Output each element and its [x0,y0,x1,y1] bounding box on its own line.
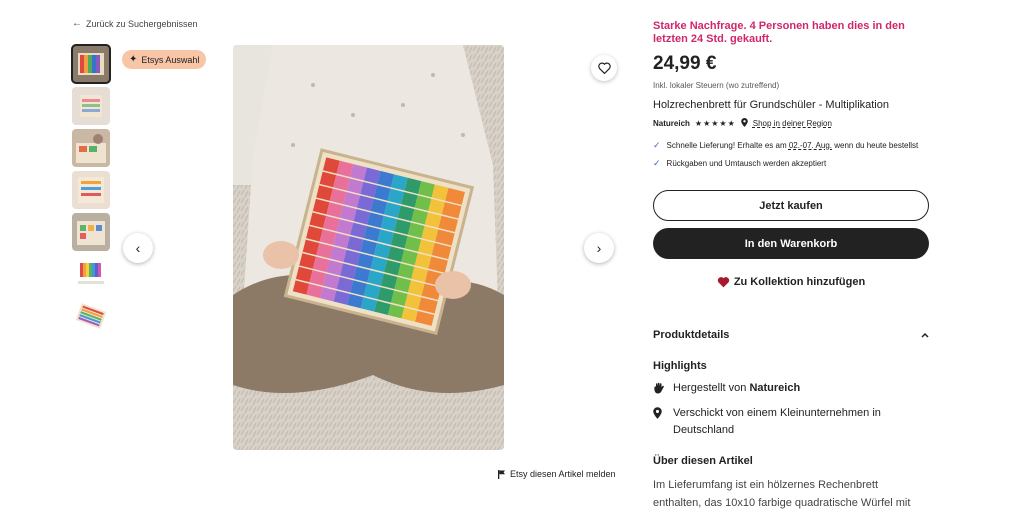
favorite-button[interactable] [591,55,617,81]
add-to-collection-button[interactable]: Zu Kollektion hinzufügen [653,272,929,292]
thumbnail-7-image [72,297,110,335]
location-pin-icon [653,405,665,439]
thumbnail-6-image [72,255,110,293]
check-icon: ✓ [653,140,661,150]
buy-now-button[interactable]: Jetzt kaufen [653,190,929,221]
shipped-by-text: Verschickt von einem Kleinunternehmen in… [673,407,881,436]
highlights-heading: Highlights [653,360,707,372]
sparkle-icon: ✦ [129,54,138,65]
made-by-shop-link[interactable]: Natureich [749,382,800,394]
heart-outline-icon [597,62,611,74]
shipping-feature: ✓ Schnelle Lieferung! Erhalte es am 02.-… [653,140,929,151]
price: 24,99 € [653,53,717,74]
product-details-toggle[interactable]: Produktdetails [653,329,929,341]
product-info-panel: Starke Nachfrage. 4 Personen haben dies … [653,20,929,169]
add-to-cart-button[interactable]: In den Warenkorb [653,228,929,259]
thumbnail-7[interactable] [72,297,110,335]
shop-region-link[interactable]: Shop in deiner Region [753,119,832,128]
back-to-search-link[interactable]: ← Zurück zu Suchergebnissen [72,18,198,29]
thumbnail-strip [71,44,112,339]
location-pin-icon [740,118,748,129]
product-details-heading: Produktdetails [653,329,730,341]
thumbnail-3[interactable] [72,129,110,167]
thumbnail-2[interactable] [72,87,110,125]
chevron-right-icon: › [596,240,602,256]
delivery-date[interactable]: 02.-07. Aug. [789,141,832,150]
report-item-link[interactable]: Etsy diesen Artikel melden [498,469,616,479]
etsys-pick-badge: ✦ Etsys Auswahl [122,50,207,69]
previous-image-button[interactable]: ‹ [123,233,153,263]
waving-hand-icon [653,380,665,400]
thumbnail-2-image [72,87,110,125]
arrow-left-icon: ← [72,18,82,29]
thumbnail-1[interactable] [71,44,111,84]
main-product-image [233,45,504,450]
thumbnail-3-image [72,129,110,167]
next-image-button[interactable]: › [584,233,614,263]
report-label: Etsy diesen Artikel melden [510,469,616,479]
highlight-made-by: Hergestellt von Natureich [653,380,929,400]
rating-stars[interactable]: ★★★★★ [695,119,736,128]
chevron-left-icon: ‹ [135,240,141,256]
shop-name-link[interactable]: Natureich [653,119,690,128]
thumbnail-6[interactable] [72,255,110,293]
item-description: Im Lieferumfang ist ein hölzernes Rechen… [653,479,911,509]
add-to-collection-label: Zu Kollektion hinzufügen [733,276,866,288]
highlight-shipped-by: Verschickt von einem Kleinunternehmen in… [653,405,929,439]
thumbnail-4[interactable] [72,171,110,209]
about-item-heading: Über diesen Artikel [653,455,753,467]
tax-note: Inkl. lokaler Steuern (wo zutreffend) [653,81,780,90]
badge-label: Etsys Auswahl [141,54,200,65]
heart-filled-icon [717,277,730,288]
thumbnail-5[interactable] [72,213,110,251]
thumbnail-5-image [72,213,110,251]
back-link-label: Zurück zu Suchergebnissen [86,18,198,29]
check-icon: ✓ [653,158,661,168]
flag-icon [498,469,505,479]
product-title: Holzrechenbrett für Grundschüler - Multi… [653,99,889,111]
returns-text: Rückgaben und Umtausch werden akzeptiert [666,159,827,168]
shipping-text: Schnelle Lieferung! Erhalte es am 02.-07… [666,141,919,150]
returns-feature: ✓ Rückgaben und Umtausch werden akzeptie… [653,158,929,169]
product-photo [233,45,504,450]
demand-notice: Starke Nachfrage. 4 Personen haben dies … [653,20,905,45]
made-by-text: Hergestellt von Natureich [673,382,801,394]
chevron-up-icon [921,329,929,341]
shop-row: Natureich ★★★★★ Shop in deiner Region [653,118,929,129]
thumbnail-4-image [72,171,110,209]
thumbnail-1-image [72,45,110,83]
